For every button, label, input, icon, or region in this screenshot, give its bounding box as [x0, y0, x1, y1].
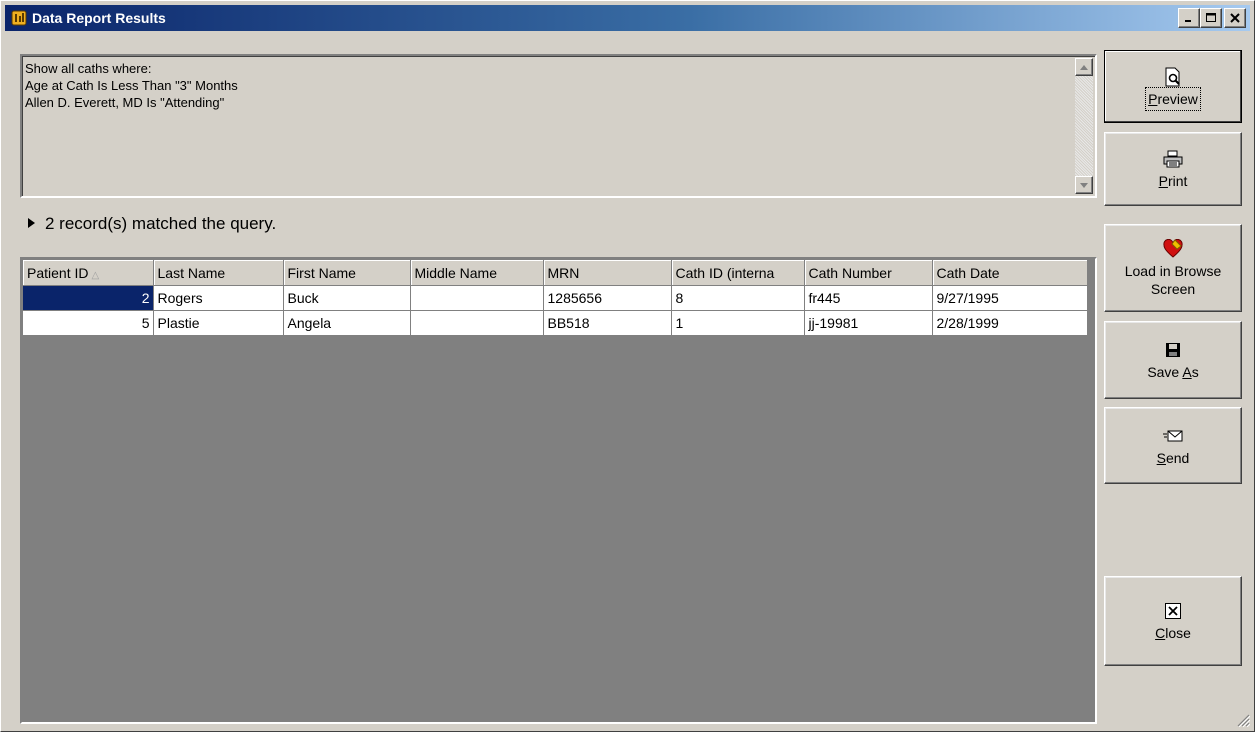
close-box-icon — [1165, 600, 1181, 622]
cell-mrn[interactable]: BB518 — [543, 310, 672, 336]
floppy-disk-icon — [1165, 339, 1181, 361]
cell-cath-date[interactable]: 9/27/1995 — [932, 285, 1088, 311]
cell-first-name[interactable]: Buck — [283, 285, 411, 311]
column-header-last-name[interactable]: Last Name — [153, 260, 284, 286]
save-as-label: Save As — [1147, 364, 1199, 380]
minimize-icon — [1185, 20, 1191, 22]
match-status: 2 record(s) matched the query. — [28, 213, 276, 235]
cell-cath-id[interactable]: 8 — [671, 285, 805, 311]
save-as-button[interactable]: Save As — [1104, 321, 1242, 399]
preview-label: Preview — [1148, 90, 1198, 107]
query-text: Show all caths where: Age at Cath Is Les… — [25, 60, 1065, 111]
title-bar[interactable]: Data Report Results — [5, 5, 1250, 31]
close-icon — [1230, 13, 1240, 23]
preview-button[interactable]: Preview — [1104, 50, 1242, 123]
arrow-down-icon — [1080, 182, 1088, 188]
send-label: Send — [1156, 449, 1190, 466]
column-header-middle-name[interactable]: Middle Name — [410, 260, 544, 286]
cell-patient-id[interactable]: 2 — [23, 285, 154, 311]
header-row: Patient ID △ Last Name First Name Middle … — [23, 260, 1088, 286]
heart-load-icon — [1163, 238, 1183, 260]
cell-patient-id[interactable]: 5 — [23, 310, 154, 336]
match-count-text: 2 record(s) matched the query. — [45, 214, 277, 233]
close-window-button[interactable] — [1224, 8, 1246, 28]
column-header-cath-date[interactable]: Cath Date — [932, 260, 1088, 286]
query-scrollbar[interactable] — [1075, 58, 1093, 194]
arrow-up-icon — [1080, 64, 1088, 70]
send-mail-icon — [1163, 425, 1183, 447]
table-row[interactable]: 2 Rogers Buck 1285656 8 fr445 9/27/1995 — [23, 285, 1088, 311]
report-window: Data Report Results Show all caths where… — [0, 0, 1255, 732]
print-label: Print — [1158, 173, 1188, 189]
printer-icon — [1163, 148, 1183, 170]
cell-cath-number[interactable]: jj-19981 — [804, 310, 933, 336]
scroll-down-button[interactable] — [1075, 176, 1093, 194]
minimize-button[interactable] — [1178, 8, 1200, 28]
query-line: Age at Cath Is Less Than "3" Months — [25, 78, 238, 93]
window-title: Data Report Results — [32, 10, 166, 26]
close-label: Close — [1155, 625, 1191, 641]
query-line: Allen D. Everett, MD Is "Attending" — [25, 95, 225, 110]
app-icon — [11, 10, 27, 26]
results-table: Patient ID △ Last Name First Name Middle … — [23, 260, 1088, 336]
resize-grip-icon[interactable] — [1236, 713, 1251, 728]
column-header-mrn[interactable]: MRN — [543, 260, 672, 286]
cell-mrn[interactable]: 1285656 — [543, 285, 672, 311]
query-line: Show all caths where: — [25, 61, 152, 76]
triangle-right-icon — [28, 217, 35, 231]
cell-last-name[interactable]: Plastie — [153, 310, 284, 336]
window-controls — [1178, 8, 1246, 28]
load-in-browse-screen-button[interactable]: Load in Browse Screen — [1104, 224, 1242, 312]
cell-cath-id[interactable]: 1 — [671, 310, 805, 336]
column-header-first-name[interactable]: First Name — [283, 260, 411, 286]
load-label-line2: Screen — [1150, 281, 1196, 297]
scroll-up-button[interactable] — [1075, 58, 1093, 76]
column-header-patient-id[interactable]: Patient ID △ — [23, 260, 154, 286]
table-row[interactable]: 5 Plastie Angela BB518 1 jj-19981 2/28/1… — [23, 310, 1088, 336]
maximize-icon — [1206, 13, 1216, 22]
cell-cath-date[interactable]: 2/28/1999 — [932, 310, 1088, 336]
preview-icon — [1164, 66, 1182, 88]
results-grid[interactable]: Patient ID △ Last Name First Name Middle … — [20, 257, 1097, 724]
column-header-cath-number[interactable]: Cath Number — [804, 260, 933, 286]
print-button[interactable]: Print — [1104, 132, 1242, 206]
maximize-button[interactable] — [1200, 8, 1222, 28]
sort-ascending-icon: △ — [91, 269, 100, 281]
cell-middle-name[interactable] — [410, 285, 544, 311]
query-description-box[interactable]: Show all caths where: Age at Cath Is Les… — [20, 54, 1097, 198]
send-button[interactable]: Send — [1104, 407, 1242, 484]
cell-middle-name[interactable] — [410, 310, 544, 336]
load-label-line1: Load in Browse — [1124, 263, 1222, 279]
column-header-cath-id[interactable]: Cath ID (interna — [671, 260, 805, 286]
cell-last-name[interactable]: Rogers — [153, 285, 284, 311]
cell-first-name[interactable]: Angela — [283, 310, 411, 336]
close-button[interactable]: Close — [1104, 576, 1242, 666]
cell-cath-number[interactable]: fr445 — [804, 285, 933, 311]
